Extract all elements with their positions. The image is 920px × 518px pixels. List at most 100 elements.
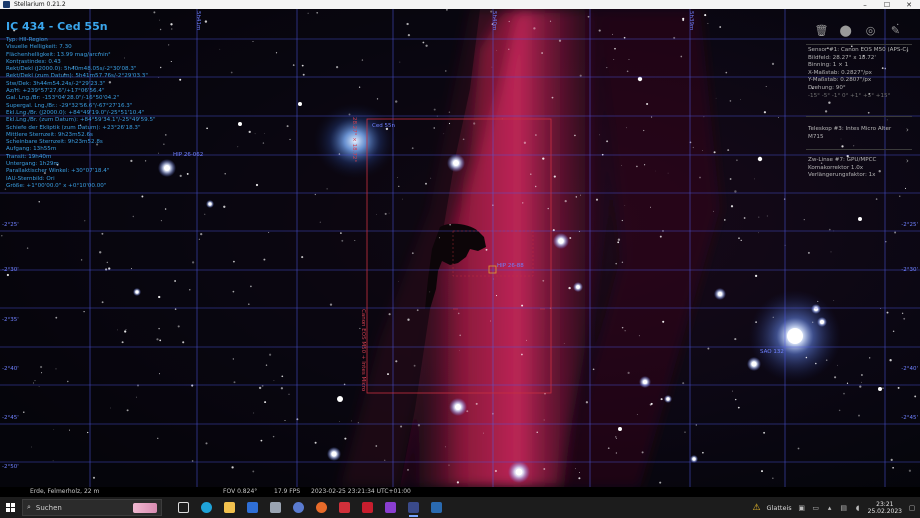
weather-text[interactable]: Glatteis [767, 504, 792, 512]
media-icon[interactable] [333, 497, 356, 518]
close-button[interactable]: ✕ [898, 0, 920, 9]
info-line: Scheinbare Sternzeit: 9h23m52.8s [6, 139, 103, 146]
minimize-button[interactable]: – [854, 0, 876, 9]
taskbar-apps [172, 497, 448, 518]
taskbar-search[interactable]: ⌕ Suchen [22, 499, 162, 516]
dec-label-right: -2°40' [901, 366, 918, 372]
lens-next-arrow[interactable]: › [906, 157, 914, 165]
network-icon[interactable]: ▤ [840, 504, 848, 512]
info-line: Az/H: +239°57'27.6"/+17°06'56.4" [6, 88, 105, 95]
info-line: Transit: 19h40m [6, 153, 52, 160]
dec-label: -2°35' [2, 317, 19, 323]
ccd-icon[interactable]: ⬤ [840, 25, 852, 37]
firefox-icon[interactable] [310, 497, 333, 518]
info-line: Rekt/Dekl (zum Datum): 5h41m57.76s/-2°29… [6, 73, 148, 80]
rotation-scale[interactable]: -15° -5° -1° 0° +1° +5° +15° [808, 93, 908, 101]
info-line: Parallaktischer Winkel: +30°07'18.4" [6, 168, 110, 175]
info-line: Größe: +1°00'00.0" x +0°10'00.00" [6, 182, 107, 189]
clock-date: 25.02.2023 [867, 507, 902, 515]
search-icon: ⌕ [27, 503, 31, 511]
stellarium-taskbar-icon[interactable] [402, 497, 425, 518]
oculars-toolbar: 🗑 ⬤ ◎ ✎ [800, 18, 920, 40]
sensor-title: Sensor #1: Canon EOS M50 (APS-C) [808, 47, 909, 53]
info-line: Stw/Dek: 3h44m54.24s/-2°29'23.3" [6, 80, 106, 87]
windows-icon [5, 503, 15, 512]
task-view-icon[interactable] [172, 497, 195, 518]
search-placeholder: Suchen [35, 503, 62, 512]
warning-icon[interactable]: ⚠ [752, 503, 760, 513]
oculars-panel: 🗑 ⬤ ◎ ✎ Sensor #1: Canon EOS M50 (APS-C)… [800, 18, 920, 188]
search-highlight-image [133, 502, 157, 513]
dec-label: -2°45' [2, 415, 19, 421]
divider [806, 116, 912, 117]
mail-icon[interactable] [241, 497, 264, 518]
info-line: Rekt/Dekl (J2000.0): 5h40m48.05s/-2°30'0… [6, 66, 137, 73]
telrad-icon[interactable]: ◎ [865, 25, 877, 37]
tray-icon[interactable]: ▴ [826, 504, 834, 512]
system-tray: ⚠ Glatteis ▣ ▭ ▴ ▤ ◖ 23:21 25.02.2023 ▢ [752, 501, 920, 515]
dec-label-right: -2°25' [901, 222, 918, 228]
info-line: Untergang: 1h29m [6, 161, 59, 168]
app-red-icon[interactable] [356, 497, 379, 518]
sensor-line: X-Maßstab: 0.2827"/px [808, 69, 872, 76]
dec-label: -2°25' [2, 222, 19, 228]
file-explorer-icon[interactable] [218, 497, 241, 518]
sensor-line: Bildfeld: 28.27° x 18.72' [808, 54, 876, 61]
sensor-line: Y-Maßstab: 0.2807"/px [808, 77, 872, 84]
dec-label: -2°50' [2, 464, 19, 470]
lens-line: Verlängerungsfaktor: 1x [808, 172, 876, 179]
info-line: Ekl.Lng./Br. (zum Datum): +84°59'34.1"/-… [6, 117, 156, 124]
star-label: HIP 26-88 [497, 263, 524, 269]
sensor-line: Binning: 1 × 1 [808, 62, 849, 69]
app-purple-icon[interactable] [379, 497, 402, 518]
telescope-next-arrow[interactable]: › [906, 126, 914, 134]
sky-view[interactable]: 28.27° × 18.72° Canon EOS M50 + Intes Mi… [0, 9, 920, 487]
notification-icon[interactable]: ▢ [908, 504, 916, 512]
info-line: Kontrastindex: 0.43 [6, 58, 61, 65]
divider [806, 149, 912, 150]
tray-icon[interactable]: ▭ [812, 504, 820, 512]
frame-height-label: Canon EOS M50 + Intes Micro [360, 309, 366, 392]
fps-text: 17.9 FPS [274, 488, 301, 495]
maximize-button[interactable]: ☐ [876, 0, 898, 9]
fov-text: FOV 0.824° [223, 488, 258, 495]
edge-icon[interactable] [195, 497, 218, 518]
tray-icon[interactable]: ▣ [798, 504, 806, 512]
title-bar: Stellarium 0.21.2 – ☐ ✕ [0, 0, 920, 9]
window-title: Stellarium 0.21.2 [14, 1, 66, 8]
telescope-section: Teleskop #3: Intes Micro Alter M715 [808, 126, 908, 141]
wrench-icon[interactable]: ✎ [890, 25, 902, 37]
object-title: IC 434 - Ced 55n [6, 20, 108, 33]
telescope-title: Teleskop #3: Intes Micro Alter M715 [808, 126, 892, 140]
tool-icon[interactable] [264, 497, 287, 518]
divider [806, 44, 912, 45]
info-line: Visuelle Helligkeit: 7.30 [6, 44, 72, 51]
dec-label: -2°40' [2, 366, 19, 372]
info-line: Aufgang: 13h55m [6, 146, 57, 153]
location-text[interactable]: Erde, Felmerholz, 22 m [30, 488, 99, 495]
info-line: Mittlere Sternzeit: 9h23m52.6s [6, 131, 93, 138]
dec-label: -2°30' [2, 267, 19, 273]
stellarium-app-icon [3, 1, 10, 8]
security-icon[interactable] [287, 497, 310, 518]
info-line: Typ: HII-Region [6, 37, 48, 43]
clock[interactable]: 23:21 25.02.2023 [868, 501, 902, 515]
lens-title: Zw-Linse #7: GPU/MPCC Komakorrektor 1.0x [808, 157, 877, 171]
start-button[interactable] [0, 497, 20, 518]
info-line: Gal. Lng./Br: -153°04'28.0"/-16°50'04.2" [6, 95, 120, 102]
sensor-next-arrow[interactable]: › [906, 47, 914, 55]
star-label: Ced 55n [372, 123, 395, 129]
info-line: Schiefe der Ekliptik (zum Datum): +23°26… [6, 124, 141, 131]
star-label: SAO 132 [760, 349, 784, 355]
taskbar: ⌕ Suchen ⚠ Glatteis ▣ ▭ ▴ ▤ ◖ 23:21 25.0… [0, 497, 920, 518]
info-line: Ekl.Lng./Br. (J2000.0): +84°49'19.0"/-25… [6, 109, 145, 116]
clock-time: 23:21 [876, 500, 894, 508]
datetime-text[interactable]: 2023-02-25 23:21:34 UTC+01:00 [311, 488, 411, 495]
ra-label: 5h39m [688, 11, 694, 31]
trash-icon[interactable]: 🗑 [815, 25, 829, 37]
sensor-line: Drehung: 90° [808, 84, 846, 91]
app-blue-icon[interactable] [425, 497, 448, 518]
object-info-panel: IC 434 - Ced 55n Typ: HII-Region Visuell… [6, 20, 366, 190]
status-bar: Erde, Felmerholz, 22 m FOV 0.824° 17.9 F… [0, 487, 920, 497]
volume-icon[interactable]: ◖ [854, 504, 862, 512]
